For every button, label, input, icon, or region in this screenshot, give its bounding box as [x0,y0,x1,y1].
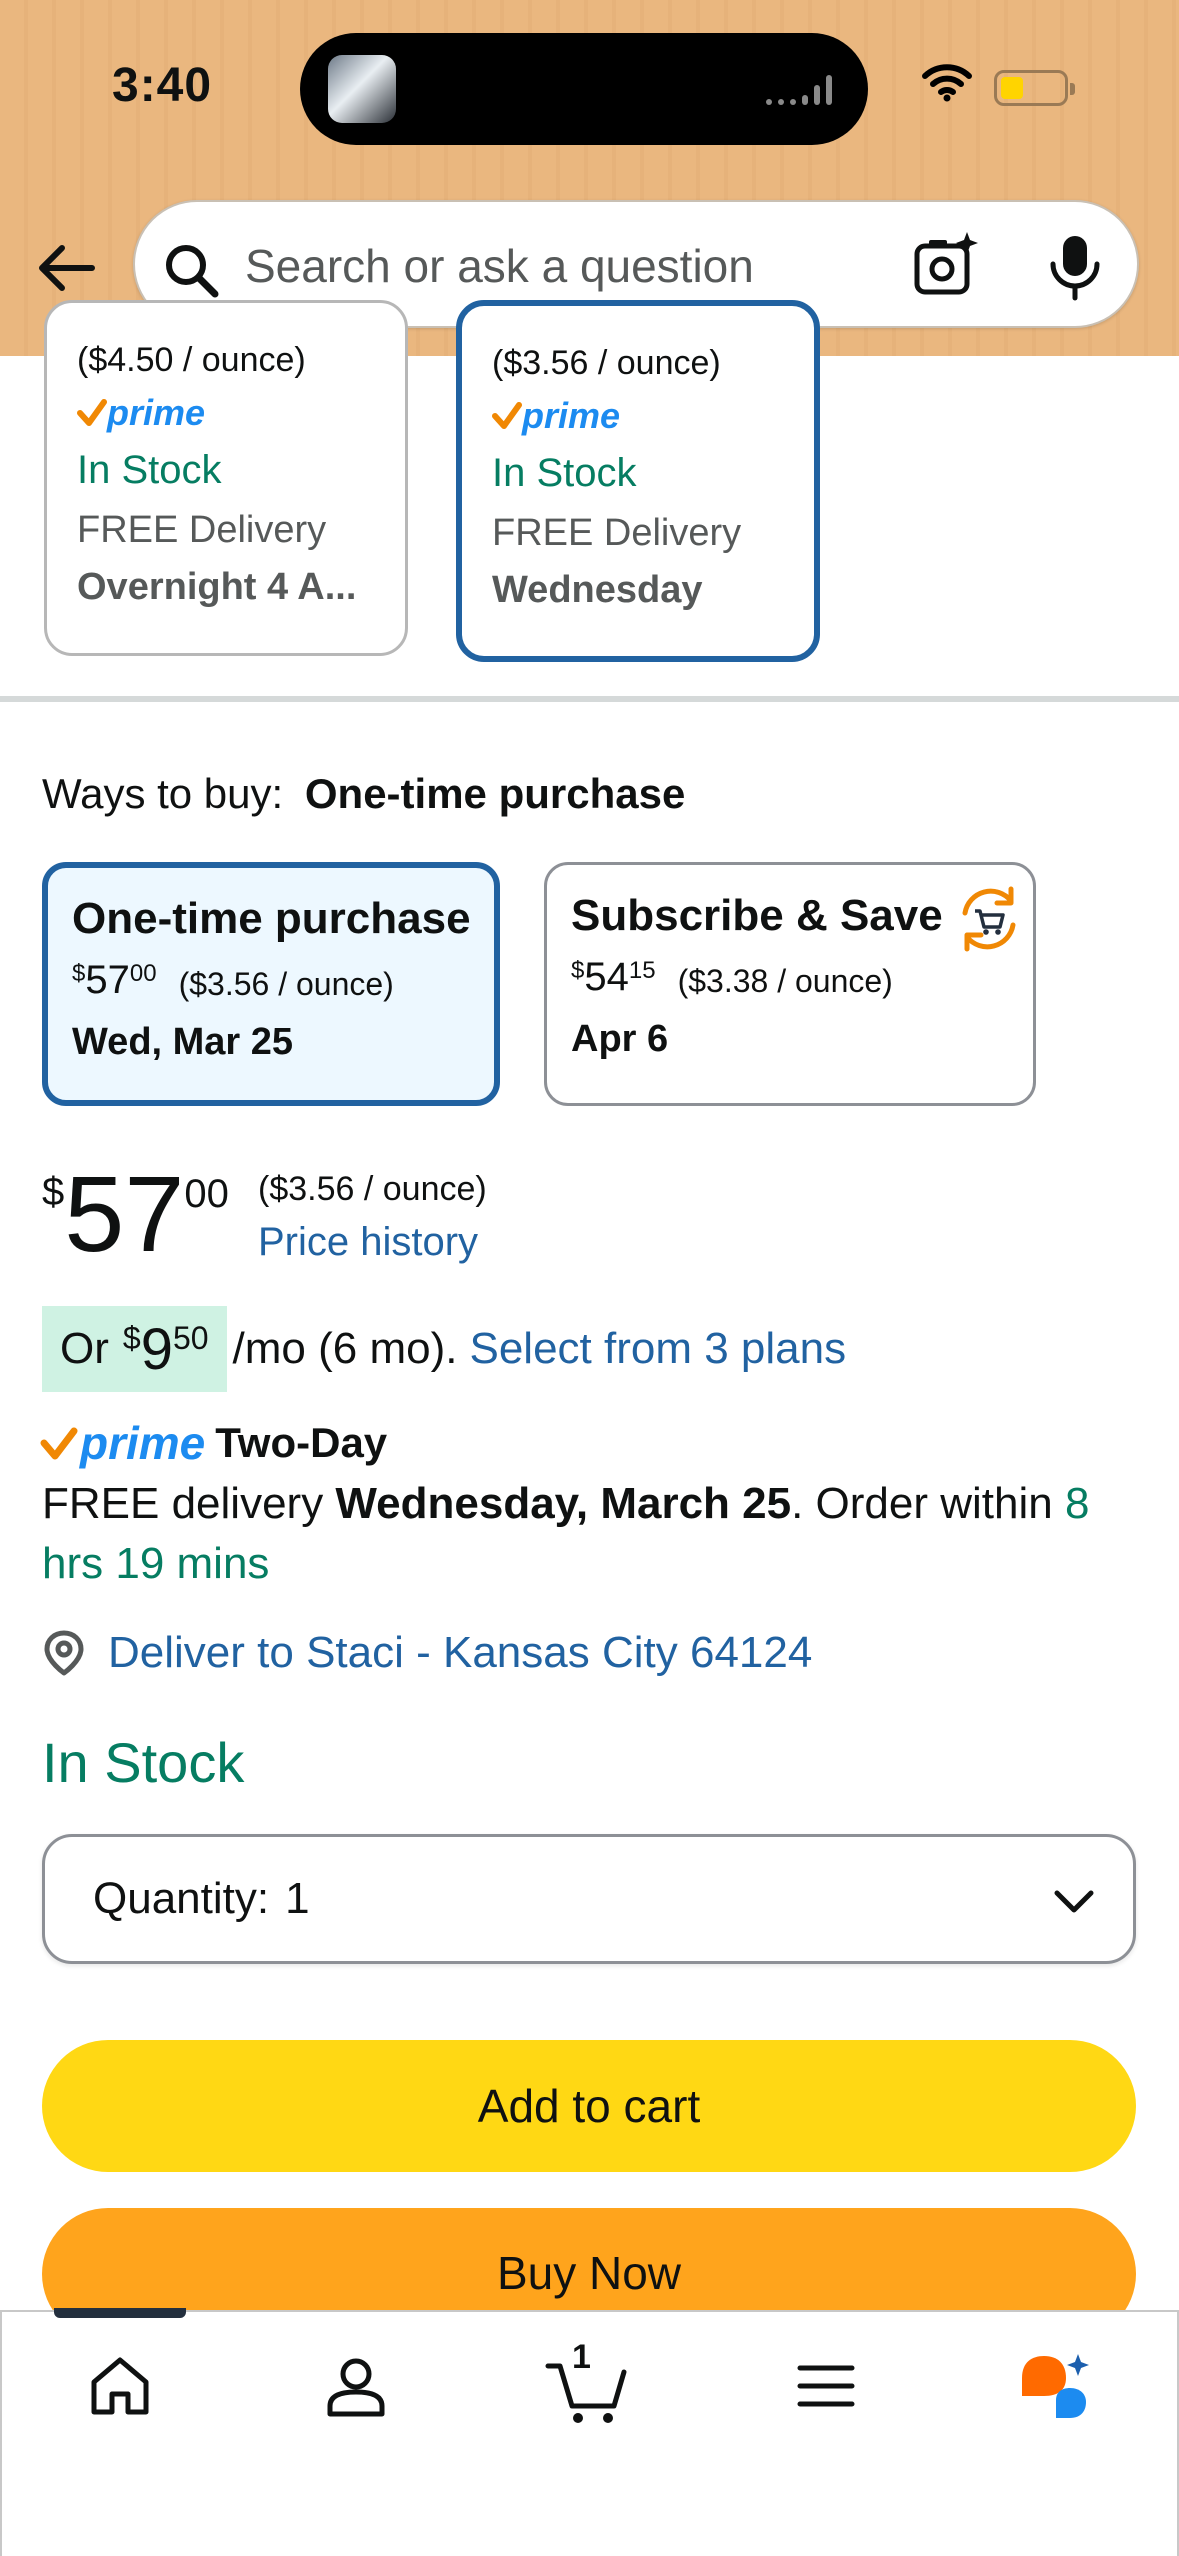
cart-icon [545,2363,627,2423]
microphone-icon[interactable] [1047,232,1103,302]
offer-stock: In Stock [77,448,222,492]
price-fraction: 00 [184,1172,229,1216]
price-whole: 57 [85,958,130,1002]
shipping-speed: Two-Day [215,1419,388,1466]
price-history-link[interactable]: Price history [258,1220,478,1265]
offer-unit-price: ($3.56 / ounce) [492,344,721,382]
monthly-prefix: Or [60,1324,109,1373]
main-unit-price: ($3.56 / ounce) [258,1170,487,1208]
quantity-label: Quantity: [93,1874,270,1923]
price-fraction: 15 [628,957,656,984]
back-arrow-icon[interactable] [34,236,98,300]
prime-label: prime [80,1417,206,1469]
deliver-to-text: Deliver to Staci - Kansas City 64124 [108,1628,813,1677]
offer-delivery-when: Wednesday [492,569,703,611]
delivery-order-within: . Order within [791,1479,1053,1528]
dynamic-island [300,33,868,145]
menu-icon[interactable] [796,2356,856,2416]
bottom-tab-bar: 1 [0,2308,1179,2556]
subscribe-cart-icon [962,886,1016,952]
subscribe-save-option[interactable]: Subscribe & Save $ 54 15 ($3.38 / ounce)… [544,862,1036,1106]
option-price: $ 54 15 ($3.38 / ounce) [571,955,1033,1000]
monthly-payment: Or $ 9 50 /mo (6 mo). Select from 3 plan… [42,1306,846,1392]
cart-tab[interactable]: 1 [544,2338,634,2426]
offer-delivery-when: Overnight 4 A... [77,566,357,608]
prime-badge: prime [492,395,814,437]
monthly-term: /mo (6 mo). [232,1324,458,1373]
prime-badge: prime [77,392,405,434]
price-fraction: 00 [129,960,157,987]
battery-icon [994,70,1075,106]
search-icon [166,245,219,298]
main-price: $ 57 00 [42,1160,229,1268]
offer-unit-price: ($4.50 / ounce) [77,341,306,379]
search-input[interactable] [245,232,885,300]
prime-label: prime [107,392,206,433]
section-divider [0,696,1179,702]
currency-symbol: $ [72,960,86,987]
location-pin-icon [44,1630,84,1676]
ways-to-buy-prefix: Ways to buy: [42,770,284,817]
active-tab-indicator [54,2308,186,2318]
offer-card-wednesday[interactable]: ($3.56 / ounce) prime In Stock FREE Deli… [456,300,820,662]
price-whole: 54 [584,955,629,999]
offer-stock: In Stock [492,451,637,495]
monthly-whole: 9 [140,1316,173,1382]
option-unit-price: ($3.56 / ounce) [178,966,394,1002]
delivery-date: Wednesday, March 25 [335,1479,792,1528]
home-icon[interactable] [86,2352,154,2420]
delivery-prefix: FREE delivery [42,1479,324,1528]
option-date: Apr 6 [571,1018,669,1060]
ways-to-buy-label: Ways to buy: One-time purchase [42,770,685,818]
rufus-assistant-icon[interactable] [1016,2348,1096,2428]
ways-to-buy-selected: One-time purchase [304,770,686,817]
quantity-dropdown[interactable]: Quantity: 1 [42,1834,1136,1964]
monthly-fraction: 50 [172,1320,209,1356]
prime-check-icon [492,402,522,429]
select-plans-link[interactable]: Select from 3 plans [469,1324,846,1374]
offer-card-overnight[interactable]: ($4.50 / ounce) prime In Stock FREE Deli… [44,300,408,656]
currency-symbol: $ [122,1320,141,1356]
stock-status: In Stock [42,1731,245,1794]
offer-delivery: FREE Delivery [492,512,742,554]
option-title: One-time purchase [72,894,471,943]
monthly-amount-badge: Or $ 9 50 [42,1306,227,1392]
prime-check-icon [40,1427,78,1460]
option-unit-price: ($3.38 / ounce) [677,963,893,999]
prime-label: prime [522,395,621,436]
offer-delivery: FREE Delivery [77,509,327,551]
delivery-estimate: FREE delivery Wednesday, March 25. Order… [42,1474,1132,1594]
one-time-purchase-option[interactable]: One-time purchase $ 57 00 ($3.56 / ounce… [42,862,500,1106]
camera-search-icon[interactable] [911,230,981,300]
prime-two-day: prime Two-Day [40,1416,387,1470]
audio-waveform-icon [766,73,838,105]
deliver-to-location[interactable]: Deliver to Staci - Kansas City 64124 [42,1628,812,1678]
currency-symbol: $ [42,1170,65,1214]
currency-symbol: $ [571,957,585,984]
status-time: 3:40 [112,59,213,112]
option-price: $ 57 00 ($3.56 / ounce) [72,958,494,1003]
price-whole: 57 [64,1153,185,1274]
now-playing-artwork [328,55,396,123]
quantity-value: 1 [285,1874,310,1923]
option-date: Wed, Mar 25 [72,1021,294,1063]
account-icon[interactable] [322,2352,390,2420]
prime-check-icon [77,399,107,426]
wifi-icon [922,64,972,102]
chevron-down-icon [1054,1890,1094,1913]
add-to-cart-button[interactable]: Add to cart [42,2040,1136,2172]
